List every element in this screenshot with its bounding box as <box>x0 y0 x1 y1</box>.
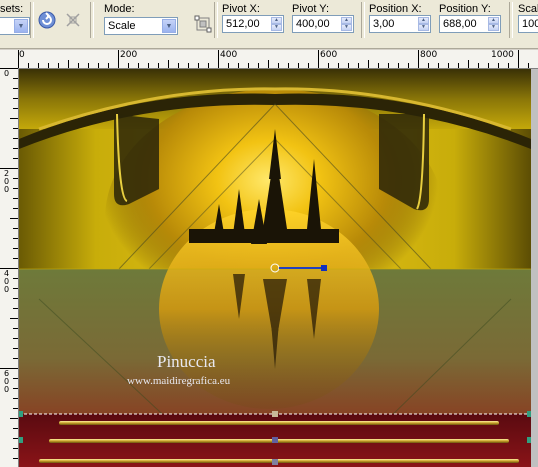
pivot-x-field[interactable]: 512,00 ▲ ▼ <box>222 15 284 33</box>
mode-dropdown[interactable]: Scale ▼ <box>104 17 178 35</box>
presets-dropdown[interactable]: ▼ <box>0 17 30 35</box>
ruler-label: 200 <box>120 50 138 60</box>
pivot-y-field[interactable]: 400,00 ▲ ▼ <box>292 15 354 33</box>
pivot-x-value: 512,00 <box>226 18 260 30</box>
vertical-ruler: 0 200 400 600 <box>0 68 19 467</box>
pivot-x-label: Pivot X: <box>222 3 260 15</box>
toolbar-separator <box>509 2 513 38</box>
horizontal-ruler: 0 200 400 600 800 1000 <box>18 50 538 69</box>
mode-value: Scale <box>108 20 136 32</box>
spin-stepper-icon[interactable]: ▲ ▼ <box>341 17 352 31</box>
ruler-label: 600 <box>3 369 10 394</box>
position-x-value: 3,00 <box>373 18 395 30</box>
scale-field[interactable]: 100 <box>518 15 538 33</box>
ruler-label: 400 <box>3 269 10 294</box>
chevron-down-icon: ▼ <box>14 19 28 33</box>
presets-label: sets: <box>0 3 24 15</box>
position-y-field[interactable]: 688,00 ▲ ▼ <box>439 15 501 33</box>
document-window: 0 200 400 600 800 1000 0 200 400 600 Pin… <box>0 42 538 467</box>
spin-stepper-icon[interactable]: ▲ ▼ <box>488 17 499 31</box>
ruler-label: 0 <box>19 50 25 60</box>
apply-button[interactable] <box>35 8 59 32</box>
spin-stepper-icon[interactable]: ▲ ▼ <box>271 17 282 31</box>
scale-value: 100 <box>522 18 538 30</box>
ruler-label: 1000 <box>491 50 514 60</box>
ruler-label: 0 <box>3 69 10 78</box>
app-window: sets: ▼ Mode: Scale ▼ Pivot X: 512,00 ▲ … <box>0 0 538 467</box>
position-x-field[interactable]: 3,00 ▲ ▼ <box>369 15 431 33</box>
document-title-strip <box>0 42 538 49</box>
reset-button[interactable] <box>61 8 85 32</box>
ruler-label: 400 <box>220 50 238 60</box>
scale-label: Scal <box>518 3 538 15</box>
apply-icon <box>38 11 56 29</box>
toolbar-separator <box>214 2 218 38</box>
spin-stepper-icon[interactable]: ▲ ▼ <box>418 17 429 31</box>
deform-tool-button[interactable] <box>191 12 215 36</box>
mode-label: Mode: <box>104 3 135 15</box>
vertical-ruler-ticks <box>0 68 18 459</box>
artwork: Pinuccia www.maidiregrafica.eu <box>19 69 531 467</box>
horizontal-ruler-ticks <box>18 50 529 68</box>
ruler-label: 800 <box>420 50 438 60</box>
watermark-title: Pinuccia <box>157 352 216 371</box>
toolbar-separator <box>90 2 94 38</box>
position-y-label: Position Y: <box>439 3 491 15</box>
watermark-url: www.maidiregrafica.eu <box>127 375 231 387</box>
tool-options-toolbar: sets: ▼ Mode: Scale ▼ Pivot X: 512,00 ▲ … <box>0 0 538 43</box>
pivot-y-label: Pivot Y: <box>292 3 330 15</box>
ruler-label: 200 <box>3 169 10 194</box>
ruler-corner <box>0 50 19 69</box>
reset-icon <box>66 13 80 27</box>
chevron-down-icon: ▼ <box>162 19 176 33</box>
image-canvas[interactable]: Pinuccia www.maidiregrafica.eu <box>19 69 531 467</box>
position-x-label: Position X: <box>369 3 422 15</box>
deform-tool-icon <box>194 15 212 33</box>
pivot-y-value: 400,00 <box>296 18 330 30</box>
toolbar-separator <box>30 2 34 38</box>
position-y-value: 688,00 <box>443 18 477 30</box>
toolbar-separator <box>361 2 365 38</box>
ruler-label: 600 <box>320 50 338 60</box>
